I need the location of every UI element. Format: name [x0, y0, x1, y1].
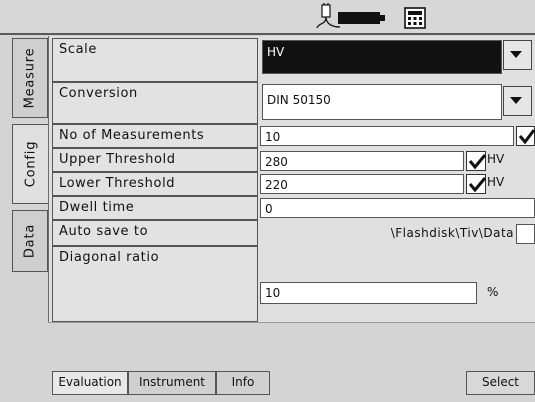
measurements-checkbox[interactable] — [516, 126, 535, 146]
tab-info[interactable]: Info — [216, 371, 270, 395]
lower-threshold-checkbox[interactable] — [466, 174, 487, 194]
battery-icon — [338, 12, 385, 24]
upper-threshold-checkbox[interactable] — [466, 151, 487, 171]
tab-measure[interactable]: Measure — [12, 38, 48, 118]
conversion-dropdown-button[interactable] — [503, 86, 532, 116]
lower-threshold-label: Lower Threshold — [52, 172, 258, 196]
tab-config[interactable]: Config — [12, 124, 49, 204]
tab-data-label: Data — [22, 223, 38, 259]
upper-threshold-label: Upper Threshold — [52, 148, 258, 172]
tab-measure-label: Measure — [22, 47, 38, 109]
upper-threshold-unit: HV — [487, 152, 505, 166]
tab-data[interactable]: Data — [12, 210, 48, 272]
select-button[interactable]: Select — [466, 371, 535, 395]
auto-save-checkbox[interactable] — [516, 224, 535, 244]
measurements-input[interactable]: 10 — [260, 126, 514, 146]
measurements-label: No of Measurements — [52, 124, 258, 148]
conversion-label: Conversion — [52, 82, 258, 124]
chevron-down-icon — [510, 51, 522, 58]
bottom-divider — [48, 322, 535, 323]
diagonal-ratio-input[interactable]: 10 — [260, 282, 477, 304]
upper-threshold-input[interactable]: 280 — [260, 151, 464, 171]
auto-save-label: Auto save to — [52, 220, 258, 246]
checkmark-icon — [468, 154, 487, 170]
top-divider — [0, 33, 535, 35]
calculator-icon[interactable] — [404, 7, 426, 29]
conversion-dropdown[interactable]: DIN 50150 — [262, 84, 502, 120]
scale-label: Scale — [52, 38, 258, 82]
diagonal-ratio-label: Diagonal ratio — [52, 246, 258, 322]
dwell-time-label: Dwell time — [52, 196, 258, 220]
diagonal-ratio-unit: % — [487, 285, 499, 299]
tab-evaluation[interactable]: Evaluation — [52, 371, 128, 395]
lower-threshold-input[interactable]: 220 — [260, 174, 464, 194]
chevron-down-icon — [510, 97, 522, 104]
auto-save-path: \Flashdisk\Tiv\Data — [390, 226, 514, 240]
dwell-time-input[interactable]: 0 — [260, 198, 535, 218]
status-bar — [0, 0, 535, 34]
tab-config-label: Config — [23, 140, 39, 188]
tab-instrument[interactable]: Instrument — [128, 371, 216, 395]
checkmark-icon — [518, 129, 535, 145]
lower-threshold-unit: HV — [487, 175, 505, 189]
checkmark-icon — [468, 177, 487, 193]
scale-dropdown[interactable]: HV — [262, 40, 502, 74]
scale-dropdown-button[interactable] — [503, 40, 532, 70]
